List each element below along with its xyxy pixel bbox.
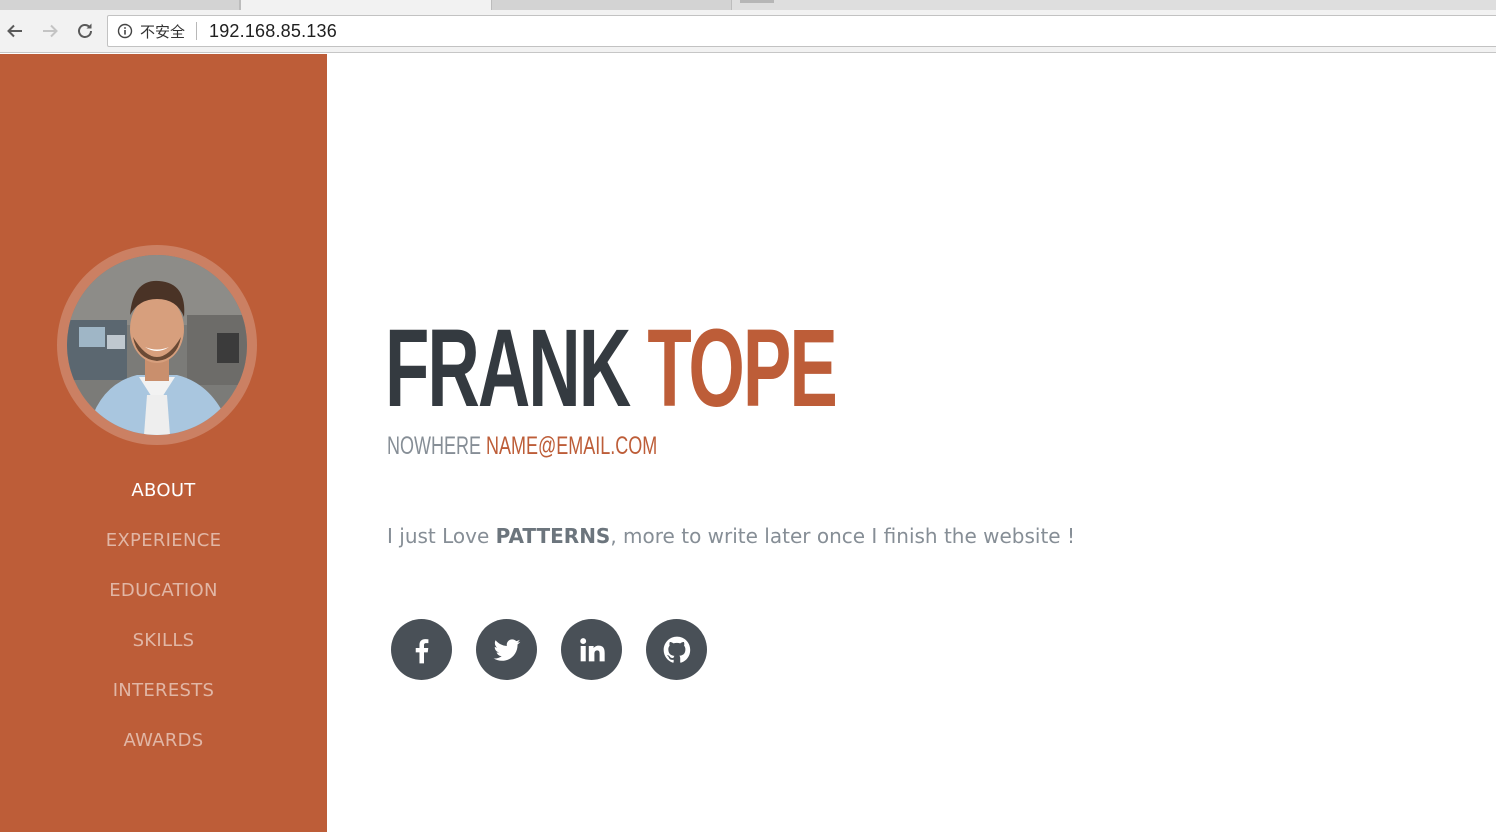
linkedin-icon — [579, 637, 605, 661]
sidebar-nav: ABOUT EXPERIENCE EDUCATION SKILLS INTERE… — [0, 465, 327, 765]
address-text: NOWHERE — [387, 432, 482, 460]
social-links — [391, 619, 731, 680]
github-icon — [663, 636, 690, 663]
reload-button[interactable] — [72, 18, 98, 44]
new-tab-button[interactable] — [740, 0, 774, 3]
sidebar-item-label: EXPERIENCE — [105, 529, 222, 551]
forward-button[interactable] — [37, 18, 63, 44]
first-name: FRANK — [385, 307, 631, 430]
facebook-icon — [415, 638, 428, 663]
arrow-right-icon — [43, 24, 58, 38]
intro-text: I just Love PATTERNS, more to write late… — [387, 524, 1075, 548]
browser-toolbar: 不安全 192.168.85.136 — [0, 10, 1496, 53]
info-icon[interactable] — [117, 23, 133, 39]
sidebar-item-awards[interactable]: AWARDS — [0, 715, 327, 765]
sidebar: ABOUT EXPERIENCE EDUCATION SKILLS INTERE… — [0, 54, 327, 832]
sidebar-item-experience[interactable]: EXPERIENCE — [0, 515, 327, 565]
twitter-icon — [493, 638, 520, 661]
sidebar-item-label: INTERESTS — [112, 679, 215, 701]
twitter-link[interactable] — [476, 619, 537, 680]
sidebar-item-label: EDUCATION — [109, 579, 218, 601]
intro-emphasis: PATTERNS — [495, 524, 611, 548]
github-link[interactable] — [646, 619, 707, 680]
security-label: 不安全 — [140, 22, 186, 41]
page-title: FRANK TOPE — [385, 307, 838, 430]
linkedin-link[interactable] — [561, 619, 622, 680]
back-button[interactable] — [2, 18, 28, 44]
contact-line: NOWHERE NAME@EMAIL.COM — [387, 432, 657, 460]
sidebar-item-label: AWARDS — [123, 729, 204, 751]
sidebar-item-label: ABOUT — [131, 479, 196, 501]
intro-suffix: , more to write later once I finish the … — [610, 524, 1075, 548]
tab-previous[interactable] — [0, 0, 240, 10]
reload-icon — [78, 23, 92, 38]
sidebar-item-label: SKILLS — [132, 629, 195, 651]
omnibox-divider — [196, 22, 198, 40]
tab-strip — [0, 0, 1496, 10]
tab-active[interactable] — [240, 0, 492, 10]
email-link[interactable]: NAME@EMAIL.COM — [486, 432, 657, 460]
avatar — [67, 255, 247, 435]
url-text[interactable]: 192.168.85.136 — [209, 21, 337, 42]
facebook-link[interactable] — [391, 619, 452, 680]
sidebar-item-skills[interactable]: SKILLS — [0, 615, 327, 665]
address-bar[interactable]: 不安全 192.168.85.136 — [107, 15, 1496, 47]
tab-next[interactable] — [492, 0, 732, 10]
arrow-left-icon — [7, 24, 22, 38]
sidebar-item-about[interactable]: ABOUT — [0, 465, 327, 515]
sidebar-item-interests[interactable]: INTERESTS — [0, 665, 327, 715]
page: ABOUT EXPERIENCE EDUCATION SKILLS INTERE… — [0, 54, 1496, 832]
sidebar-item-education[interactable]: EDUCATION — [0, 565, 327, 615]
last-name: TOPE — [647, 307, 837, 430]
intro-prefix: I just Love — [387, 524, 496, 548]
about-section: FRANK TOPE NOWHERE NAME@EMAIL.COM I just… — [327, 54, 1496, 832]
profile-picture-frame — [57, 245, 257, 445]
